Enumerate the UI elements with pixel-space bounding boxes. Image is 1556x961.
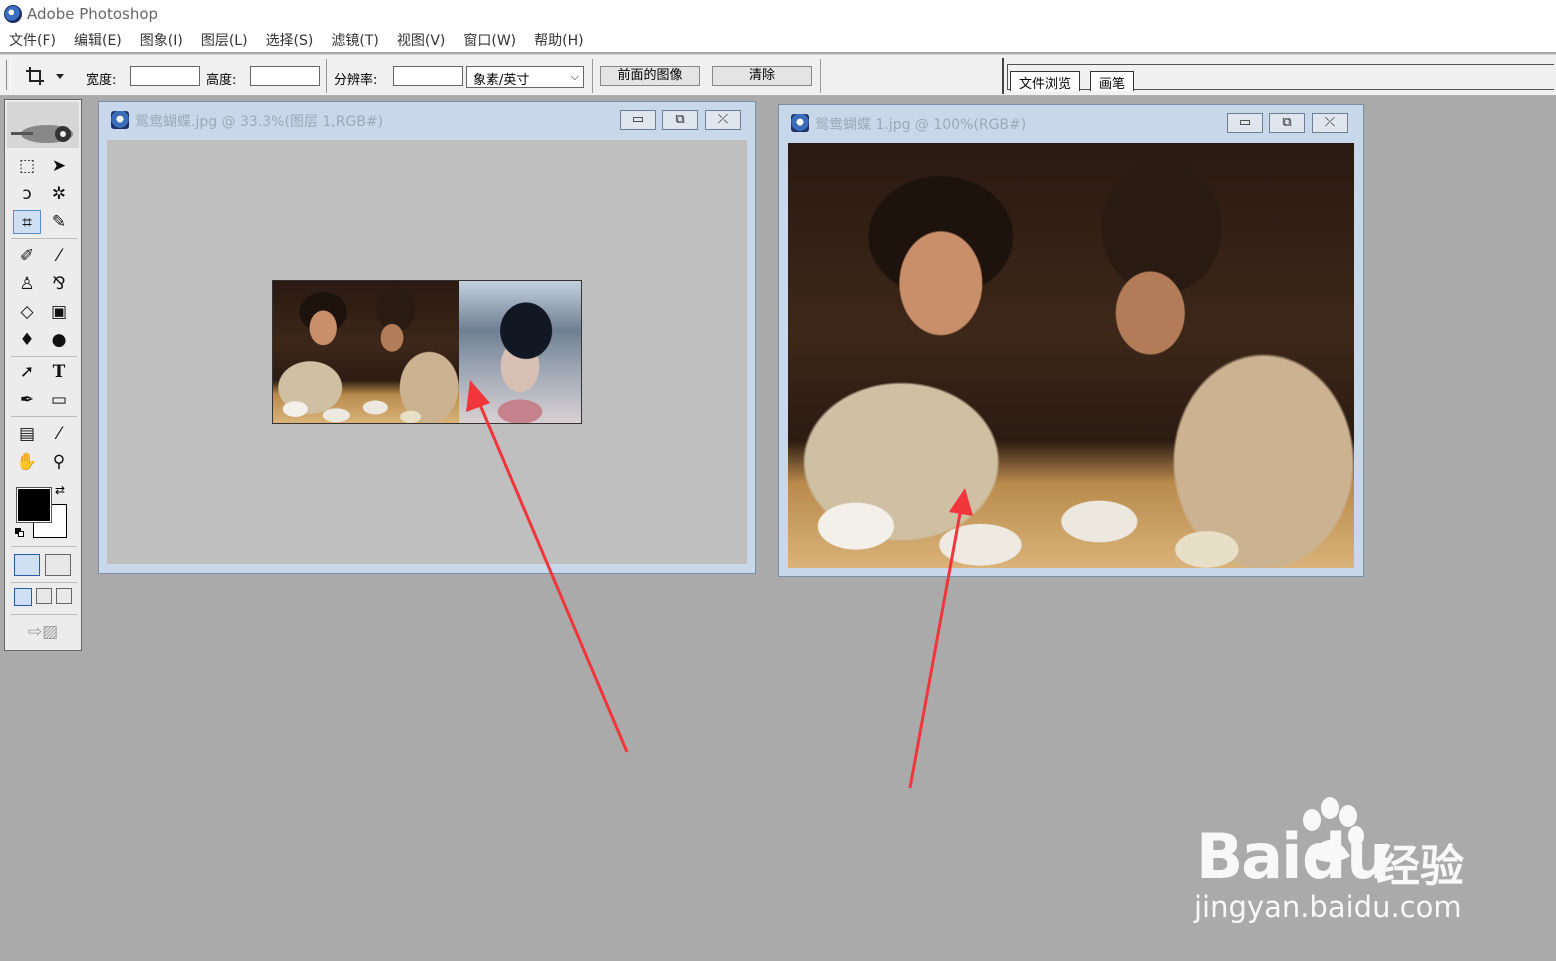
width-input[interactable] — [130, 66, 200, 86]
close-button[interactable]: ⤫ — [1312, 113, 1348, 133]
dodge-tool-icon[interactable]: ● — [45, 328, 73, 352]
quick-mask-mode-button[interactable] — [45, 554, 71, 576]
minimize-button[interactable]: ▭ — [620, 110, 656, 130]
composite-image[interactable] — [272, 280, 582, 424]
path-selection-icon[interactable]: ➚ — [13, 360, 41, 384]
document-title: 鸳鸯蝴蝶 1.jpg @ 100%(RGB#) — [815, 117, 1027, 133]
resolution-label: 分辨率: — [334, 73, 378, 88]
separator — [326, 59, 327, 93]
divider — [11, 416, 77, 417]
chevron-down-icon: ⌵ — [570, 70, 579, 83]
marquee-tool-icon[interactable]: ⬚ — [13, 154, 41, 178]
resolution-input[interactable] — [393, 66, 463, 86]
menu-image[interactable]: 图象(I) — [131, 30, 192, 50]
height-label: 高度: — [206, 73, 237, 88]
brush-tool-icon[interactable]: ⁄ — [45, 244, 73, 268]
divider — [11, 546, 77, 547]
toolbox-header[interactable] — [7, 102, 79, 148]
slice-tool-icon[interactable]: ✎ — [45, 210, 73, 234]
jump-to-imageready-icon[interactable]: ⇨▨ — [15, 620, 71, 644]
height-input[interactable] — [250, 66, 320, 86]
photo-left-scene — [273, 281, 459, 423]
gradient-tool-icon[interactable]: ▣ — [45, 300, 73, 324]
front-image-button[interactable]: 前面的图像 — [600, 66, 700, 86]
separator — [820, 59, 821, 93]
separator — [592, 59, 593, 93]
photo-scene — [788, 143, 1354, 568]
swap-colors-icon[interactable]: ⇄ — [55, 483, 65, 497]
resolution-unit-select[interactable]: 象素/英寸 ⌵ — [466, 66, 584, 88]
document-title: 鸳鸯蝴蝶.jpg @ 33.3%(图层 1,RGB#) — [135, 114, 384, 130]
toolbox: ⬚ ➤ ↄ ✲ ⌗ ✎ ✐ ⁄ ♙ ⅋ ◇ ▣ ♦ ● ➚ T ✒ ▭ ▤ ⁄ … — [4, 99, 82, 651]
document-icon — [791, 114, 809, 132]
menu-help[interactable]: 帮助(H) — [525, 30, 592, 50]
menu-file[interactable]: 文件(F) — [0, 30, 65, 50]
document-icon — [111, 111, 129, 129]
divider — [11, 614, 77, 615]
divider — [11, 582, 77, 583]
watermark-brand-cn: 经验 — [1376, 841, 1464, 892]
resolution-unit-value: 象素/英寸 — [473, 73, 530, 88]
tab-brushes[interactable]: 画笔 — [1090, 71, 1135, 92]
clone-stamp-icon[interactable]: ♙ — [13, 272, 41, 296]
type-tool-icon[interactable]: T — [45, 360, 73, 384]
watermark-brand: Bai — [1196, 820, 1302, 893]
zoom-tool-icon[interactable]: ⚲ — [45, 450, 73, 474]
document-window-1[interactable]: 鸳鸯蝴蝶.jpg @ 33.3%(图层 1,RGB#) ▭ ⧉ ⤫ — [98, 101, 756, 574]
screen-mode-standard-button[interactable] — [14, 588, 32, 606]
photo-right-scene — [459, 281, 581, 423]
menu-select[interactable]: 选择(S) — [257, 30, 323, 50]
screen-mode-full-menu-button[interactable] — [36, 588, 52, 604]
lasso-tool-icon[interactable]: ↄ — [13, 182, 41, 206]
pen-tool-icon[interactable]: ✒ — [13, 388, 41, 412]
foreground-color-swatch[interactable] — [16, 487, 52, 523]
history-brush-icon[interactable]: ⅋ — [45, 272, 73, 296]
menu-window[interactable]: 窗口(W) — [454, 30, 525, 50]
photoshop-logo-icon — [4, 5, 22, 23]
photo-dishes — [273, 391, 459, 423]
clear-button[interactable]: 清除 — [712, 66, 812, 86]
photo-dishes — [788, 474, 1354, 568]
title-bar: Adobe Photoshop — [0, 0, 1556, 28]
close-button[interactable]: ⤫ — [705, 110, 741, 130]
eye-logo-icon — [11, 125, 73, 143]
menu-bar: 文件(F) 编辑(E) 图象(I) 图层(L) 选择(S) 滤镜(T) 视图(V… — [0, 28, 1556, 52]
minimize-button[interactable]: ▭ — [1227, 113, 1263, 133]
menu-view[interactable]: 视图(V) — [388, 30, 455, 50]
healing-brush-icon[interactable]: ✐ — [13, 244, 41, 268]
eraser-tool-icon[interactable]: ◇ — [13, 300, 41, 324]
move-tool-icon[interactable]: ➤ — [45, 154, 73, 178]
divider — [11, 356, 77, 357]
screen-mode-full-button[interactable] — [56, 588, 72, 604]
document-canvas[interactable] — [107, 140, 747, 564]
baidu-watermark: Bai du 经验 jingyan.baidu.com — [1190, 790, 1490, 930]
palette-well: 文件浏览 画笔 — [1002, 58, 1554, 94]
tool-preset-picker[interactable] — [24, 65, 70, 87]
menu-edit[interactable]: 编辑(E) — [65, 30, 131, 50]
notes-tool-icon[interactable]: ▤ — [13, 422, 41, 446]
shape-tool-icon[interactable]: ▭ — [45, 388, 73, 412]
restore-button[interactable]: ⧉ — [1269, 113, 1305, 133]
document-canvas-photo[interactable] — [788, 143, 1354, 568]
document-window-2[interactable]: 鸳鸯蝴蝶 1.jpg @ 100%(RGB#) ▭ ⧉ ⤫ — [778, 104, 1364, 577]
options-bar-grip[interactable] — [6, 60, 11, 90]
menu-layer[interactable]: 图层(L) — [192, 30, 257, 50]
tab-file-browser[interactable]: 文件浏览 — [1010, 71, 1081, 92]
crop-tool-icon[interactable]: ⌗ — [13, 210, 41, 234]
default-colors-icon[interactable] — [15, 528, 25, 538]
app-title: Adobe Photoshop — [27, 5, 159, 23]
eyedropper-tool-icon[interactable]: ⁄ — [45, 422, 73, 446]
menu-filter[interactable]: 滤镜(T) — [322, 30, 387, 50]
blur-tool-icon[interactable]: ♦ — [13, 328, 41, 352]
divider — [11, 238, 77, 239]
watermark-url: jingyan.baidu.com — [1194, 890, 1462, 924]
crop-icon — [26, 67, 64, 85]
hand-tool-icon[interactable]: ✋ — [13, 450, 41, 474]
width-label: 宽度: — [86, 73, 117, 88]
standard-mode-button[interactable] — [14, 554, 40, 576]
magic-wand-tool-icon[interactable]: ✲ — [45, 182, 73, 206]
restore-button[interactable]: ⧉ — [662, 110, 698, 130]
